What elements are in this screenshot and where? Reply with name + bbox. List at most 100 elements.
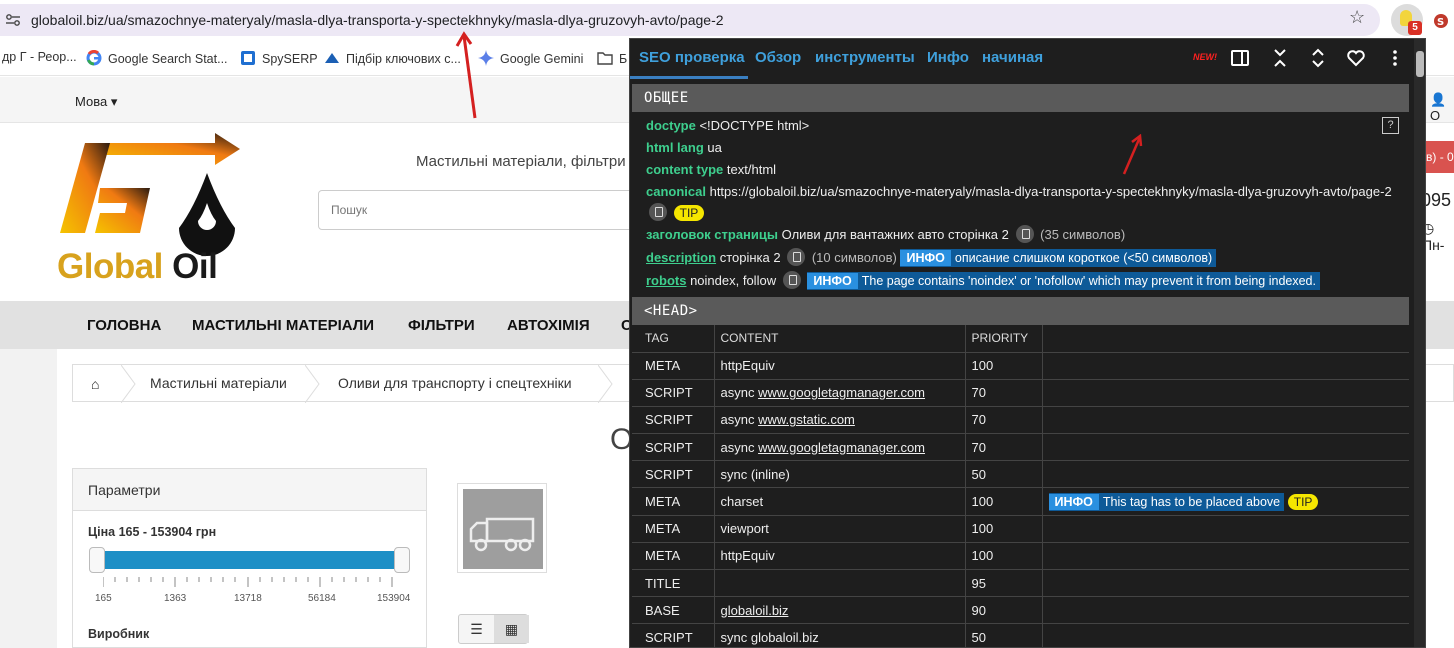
bookmark-folder[interactable]: Б <box>597 50 627 66</box>
seo-extension-button[interactable]: 5 <box>1391 4 1423 36</box>
robots-link[interactable]: robots <box>646 273 686 288</box>
price-slider-track[interactable] <box>98 551 398 569</box>
annotation-arrow-icon <box>455 31 477 119</box>
price-tick-label: 56184 <box>308 593 336 604</box>
seo-panel-scrollbar[interactable] <box>1414 39 1425 647</box>
html-lang-row: html lang ua <box>646 140 722 155</box>
seo-panel-tabs: SEO проверка Обзор инструменты Инфо начи… <box>630 39 1425 79</box>
breadcrumb-separator <box>121 365 136 403</box>
bookmark-item[interactable]: Google Search Stat... <box>86 50 228 66</box>
canonical-row: canonical https://globaloil.biz/ua/smazo… <box>646 184 1392 199</box>
user-icon: 👤 <box>1430 92 1447 107</box>
column-header-tag: TAG <box>645 331 669 346</box>
tab-tools[interactable]: инструменты <box>815 49 915 66</box>
copy-icon[interactable] <box>1015 225 1034 243</box>
browser-toolbar: globaloil.biz/ua/smazochnye-materyaly/ma… <box>0 0 1454 40</box>
view-toggle: ☰ ▦ <box>458 614 529 644</box>
price-slider-max-handle[interactable] <box>394 547 410 573</box>
tab-seo-check[interactable]: SEO проверка <box>639 49 745 66</box>
heart-icon[interactable] <box>1346 48 1366 68</box>
table-row: META viewport 100 <box>632 514 1409 543</box>
truck-icon <box>469 517 535 552</box>
google-icon <box>86 50 102 66</box>
table-row: META charset 100 ИНФО This tag has to be pla… <box>632 487 1409 516</box>
category-thumbnail[interactable] <box>457 483 547 573</box>
canonical-url: https://globaloil.biz/ua/smazochnye-mate… <box>709 184 1392 199</box>
language-dropdown[interactable]: Мова ▾ <box>75 94 117 110</box>
column-header-priority: PRIORITY <box>964 325 1042 352</box>
tip-badge[interactable]: TIP <box>1287 493 1319 510</box>
extension-badge: 5 <box>1408 21 1422 35</box>
copy-icon[interactable] <box>787 248 806 266</box>
bookmark-star-icon[interactable]: ☆ <box>1349 7 1365 28</box>
table-row: SCRIPT async www.googletagmanager.com 70 <box>632 433 1409 461</box>
page-title-row: заголовок страницы Оливи для вантажних а… <box>646 225 1126 243</box>
menu-item-home[interactable]: ГОЛОВНА <box>87 317 161 334</box>
copy-icon[interactable] <box>649 203 667 221</box>
menu-item-lubricants[interactable]: МАСТИЛЬНІ МАТЕРІАЛИ <box>192 317 374 334</box>
collapse-all-icon[interactable] <box>1270 48 1290 68</box>
breadcrumb-item[interactable]: Оливи для транспорту і спецтехніки <box>338 375 572 391</box>
site-tagline: Мастильні матеріали, фільтри <box>416 153 626 170</box>
keywords-icon <box>325 53 339 63</box>
active-tab-indicator <box>630 76 748 79</box>
filter-panel: Параметри Ціна 165 - 153904 грн 165 1363… <box>72 468 427 648</box>
price-filter-label: Ціна 165 - 153904 грн <box>88 525 217 539</box>
description-row: description сторінка 2 (10 символов) ИНФ… <box>646 248 1217 267</box>
price-slider-min-handle[interactable] <box>89 547 105 573</box>
list-view-icon[interactable]: ☰ <box>459 615 494 643</box>
logo-text: Global Oil <box>57 247 218 286</box>
annotation-arrow-icon <box>1122 134 1143 175</box>
price-tick-label: 1363 <box>164 593 187 604</box>
copy-icon[interactable] <box>782 271 801 289</box>
more-menu-icon[interactable] <box>1385 48 1405 68</box>
info-badge: ИНФО описание слишком короткое (<50 симво… <box>900 249 1217 267</box>
tab-overview[interactable]: Обзор <box>755 49 801 66</box>
resource-link[interactable]: www.googletagmanager.com <box>758 385 925 400</box>
grid-view-icon[interactable]: ▦ <box>494 615 529 643</box>
breadcrumb-separator <box>598 365 613 403</box>
bookmark-item[interactable]: Підбір ключових с... <box>324 50 461 66</box>
breadcrumb-item[interactable]: Мастильні матеріали <box>150 375 287 391</box>
filter-panel-title: Параметри <box>73 469 426 511</box>
info-badge: ИНФО This tag has to be placed above <box>1048 492 1285 511</box>
general-section-header[interactable]: ОБЩЕЕ <box>632 84 1409 112</box>
address-bar[interactable]: globaloil.biz/ua/smazochnye-materyaly/ma… <box>0 4 1380 36</box>
bookmark-item[interactable]: Google Gemini <box>478 50 583 66</box>
tip-badge[interactable]: TIP <box>673 205 705 221</box>
bookmark-item[interactable]: др Г - Реор... <box>2 50 77 64</box>
help-icon[interactable]: ? <box>1382 117 1399 134</box>
table-row: SCRIPT sync (inline) 50 <box>632 460 1409 488</box>
table-row: META httpEquiv 100 <box>632 541 1409 570</box>
search-box <box>318 190 648 230</box>
column-header-content: CONTENT <box>713 325 965 352</box>
table-header-row: TAG CONTENT PRIORITY <box>632 325 1409 352</box>
resource-link[interactable]: globaloil.biz <box>721 603 789 618</box>
bookmark-item[interactable]: SpySERP <box>240 50 318 66</box>
robots-row: robots noindex, follow ИНФО The page cont… <box>646 271 1320 290</box>
account-link[interactable]: 👤О <box>1430 92 1454 123</box>
extension-icon[interactable]: S <box>1432 10 1454 32</box>
description-link[interactable]: description <box>646 250 716 265</box>
menu-item-filters[interactable]: ФІЛЬТРИ <box>408 317 475 334</box>
folder-icon <box>597 52 613 65</box>
menu-item-autochem[interactable]: АВТОХІМІЯ <box>507 317 590 334</box>
table-row: META httpEquiv 100 <box>632 351 1409 380</box>
head-tags-table: TAG CONTENT PRIORITY META httpEquiv 100 SC… <box>632 325 1409 647</box>
price-tick-label: 13718 <box>234 593 262 604</box>
scrollbar-thumb[interactable] <box>1416 51 1424 77</box>
table-row: BASE globaloil.biz 90 <box>632 596 1409 624</box>
resource-link[interactable]: www.gstatic.com <box>758 412 855 427</box>
tab-info[interactable]: Инфо <box>927 49 969 66</box>
site-info-icon[interactable] <box>5 13 21 27</box>
url-text[interactable]: globaloil.biz/ua/smazochnye-materyaly/ma… <box>31 12 724 28</box>
sidebar-toggle-icon[interactable] <box>1230 48 1250 68</box>
resource-link[interactable]: www.googletagmanager.com <box>758 440 925 455</box>
canonical-actions: TIP <box>646 203 705 221</box>
tab-getting-started[interactable]: начиная <box>982 49 1043 66</box>
search-input[interactable] <box>319 191 619 229</box>
head-section-header[interactable]: <HEAD> <box>632 297 1409 325</box>
home-icon[interactable]: ⌂ <box>91 376 99 392</box>
working-hours: ◷ Пн- <box>1422 220 1445 253</box>
expand-all-icon[interactable] <box>1308 48 1328 68</box>
